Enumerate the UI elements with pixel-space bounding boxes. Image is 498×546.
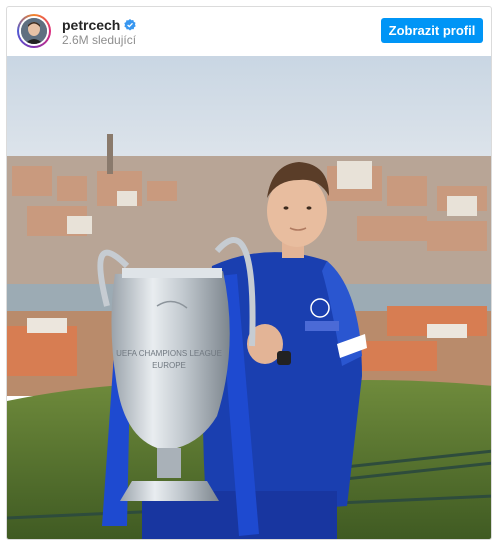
svg-text:EUROPE: EUROPE (152, 361, 186, 370)
username[interactable]: petrcech (62, 17, 120, 33)
post-header: petrcech 2.6M sledující Zobrazit profil (7, 7, 491, 56)
view-profile-button[interactable]: Zobrazit profil (381, 18, 483, 43)
post-photo[interactable]: UEFA CHAMPIONS LEAGUE EUROPE (7, 56, 491, 539)
verified-badge-icon (124, 19, 137, 31)
avatar-ring[interactable] (17, 14, 51, 48)
svg-text:UEFA CHAMPIONS LEAGUE: UEFA CHAMPIONS LEAGUE (116, 349, 222, 358)
avatar (21, 18, 47, 44)
instagram-embed-card: petrcech 2.6M sledující Zobrazit profil (6, 6, 492, 540)
follower-count: 2.6M sledující (62, 33, 137, 47)
